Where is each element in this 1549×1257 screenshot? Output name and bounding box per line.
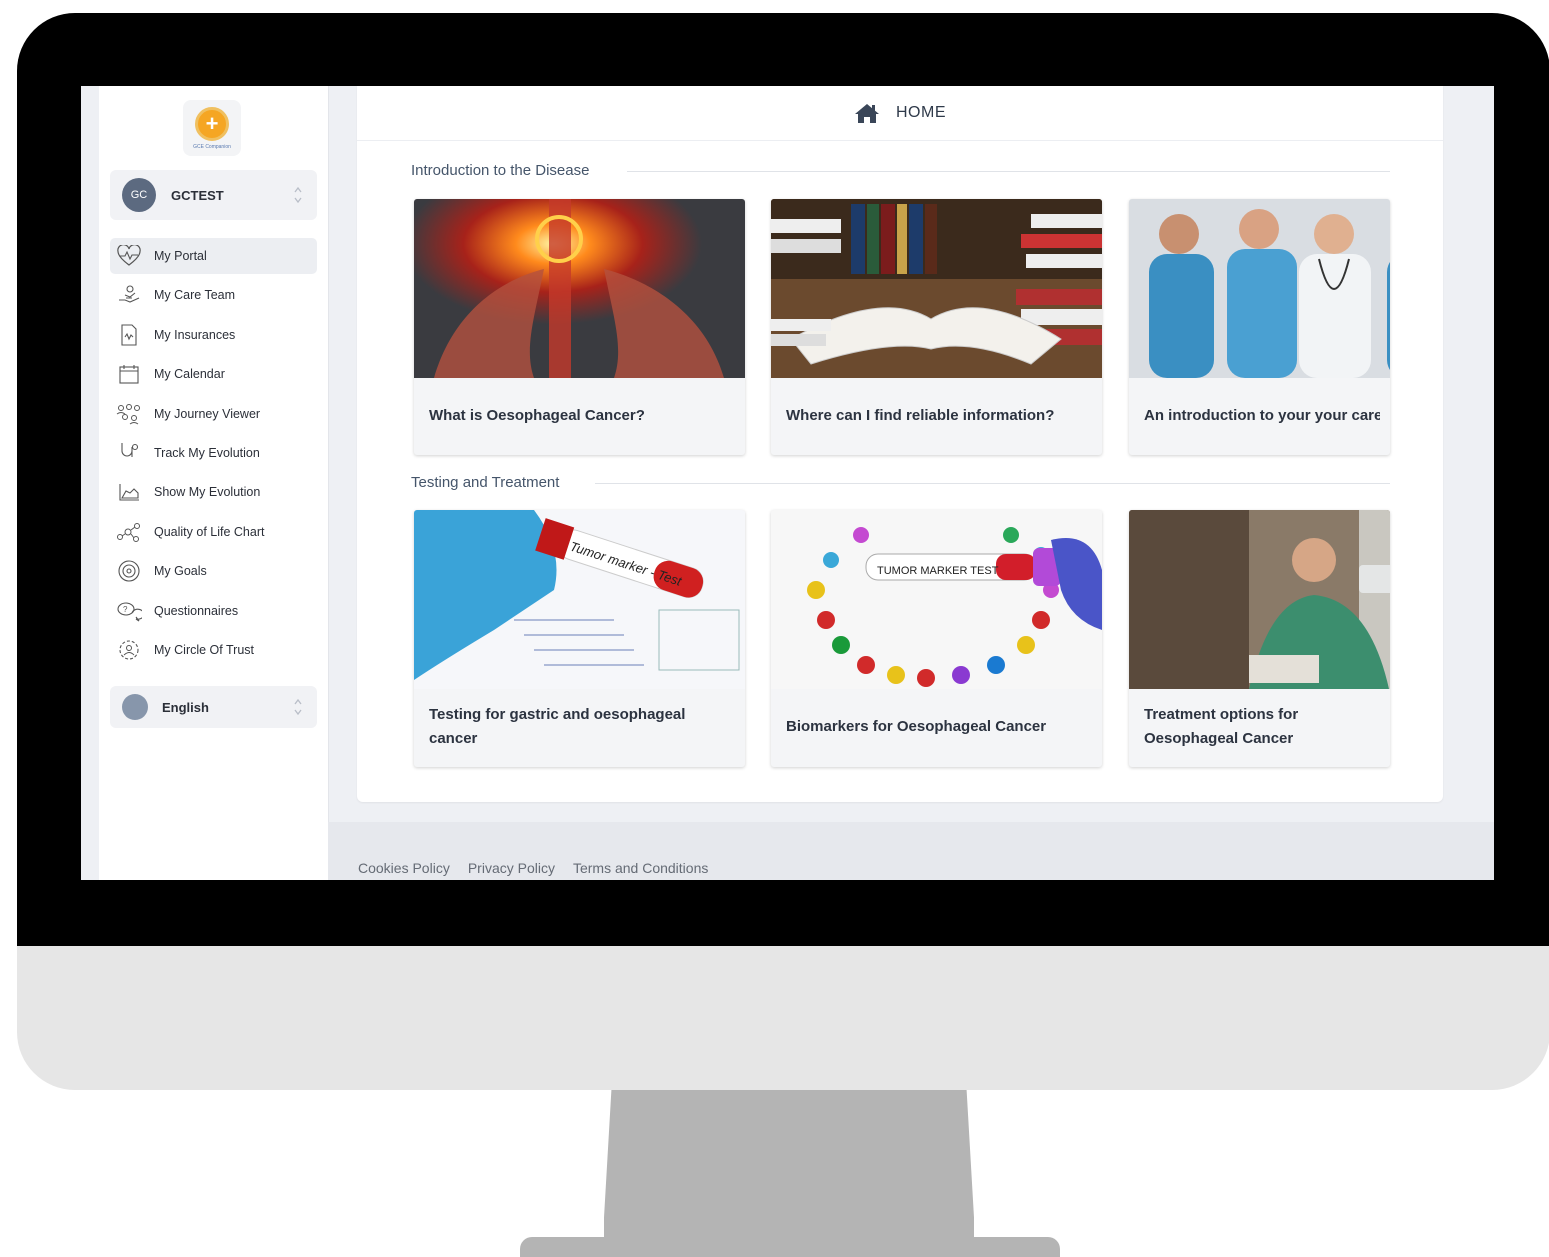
sidebar-item-label: My Journey Viewer [154,406,261,421]
section-title: Testing and Treatment [411,474,574,491]
sidebar-item-my-goals[interactable]: My Goals [110,553,317,589]
user-switcher[interactable]: GC GCTEST [110,170,317,220]
care-hand-icon [116,282,142,308]
card-treatment-options[interactable]: Treatment options for Oesophageal Cancer [1129,510,1390,767]
people-journey-icon [116,401,142,427]
network-nodes-icon [116,519,142,545]
sidebar-item-my-insurances[interactable]: My Insurances [110,317,317,353]
terms-and-conditions-link[interactable]: Terms and Conditions [573,860,708,876]
heart-pulse-icon [116,243,142,269]
card-biomarkers[interactable]: TUMOR MARKER TEST Biomarkers for Oesopha… [771,510,1102,767]
page-title: HOME [896,104,946,121]
language-selector[interactable]: English [110,686,317,728]
sidebar-item-label: My Goals [154,564,207,579]
main-content: HOME Introduction to the Disease What is… [357,86,1443,802]
sidebar-item-my-care-team[interactable]: My Care Team [110,277,317,313]
card-image-patient-treatment [1129,510,1390,689]
sidebar-item-label: My Portal [154,249,207,263]
card-image-care-team [1129,199,1390,378]
card-oesophageal-cancer[interactable]: What is Oesophageal Cancer? [414,199,745,455]
stethoscope-icon [116,440,142,466]
card-title: Treatment options for Oesophageal Cancer [1144,706,1299,747]
card-title: An introduction to your your care [1144,407,1380,424]
sidebar-item-label: My Calendar [154,367,225,382]
language-label: English [162,699,209,715]
chevron-updown-icon [294,698,302,716]
card-image-biomarker-tubes: TUMOR MARKER TEST [771,510,1102,689]
monitor-stand-base [520,1237,1060,1257]
monitor-stand [604,1090,974,1240]
sidebar-item-label: My Insurances [154,327,236,342]
home-icon [855,104,879,123]
globe-icon [122,694,148,720]
card-care-team-intro[interactable]: An introduction to your your care [1129,199,1390,455]
card-title: Testing for gastric and oesophageal canc… [429,706,686,747]
sidebar-item-questionnaires[interactable]: ? Questionnaires [110,593,317,629]
card-image-tumor-marker-test: Tumor marker - Test [414,510,745,689]
sidebar-item-my-circle-of-trust[interactable]: My Circle Of Trust [110,632,317,668]
section-divider [595,483,1390,484]
avatar: GC [122,178,156,212]
sidebar-item-label: My Care Team [154,288,236,303]
sidebar-item-quality-of-life-chart[interactable]: Quality of Life Chart [110,514,317,550]
tube-label: TUMOR MARKER TEST [877,565,999,577]
user-name: GCTEST [171,187,224,203]
chat-bubbles-icon: ? [116,598,142,624]
footer-links: Cookies Policy Privacy Policy Terms and … [358,860,708,876]
area-chart-icon [116,479,142,505]
app-logo[interactable]: + GCE Companion [183,100,241,156]
card-image-lungs [414,199,745,378]
chevron-updown-icon [294,186,302,204]
sidebar-item-show-my-evolution[interactable]: Show My Evolution [110,474,317,510]
circle-people-icon [116,637,142,663]
sidebar-item-label: My Circle Of Trust [154,642,255,657]
sidebar-item-label: Track My Evolution [154,445,260,460]
privacy-policy-link[interactable]: Privacy Policy [468,860,555,876]
sidebar-item-label: Questionnaires [154,603,239,618]
card-testing[interactable]: Tumor marker - Test Testing for gastric … [414,510,745,767]
logo-plus-icon: + [195,106,229,141]
sidebar: + GCE Companion GC GCTEST My Portal My C… [99,86,329,880]
sidebar-item-label: Show My Evolution [154,485,261,500]
screen: + GCE Companion GC GCTEST My Portal My C… [81,86,1494,880]
card-image-books [771,199,1102,378]
sidebar-item-track-my-evolution[interactable]: Track My Evolution [110,435,317,471]
home-header[interactable]: HOME [357,86,1443,141]
card-title: Biomarkers for Oesophageal Cancer [786,718,1047,735]
sidebar-item-label: Quality of Life Chart [154,524,265,539]
section-divider [627,171,1390,172]
card-reliable-information[interactable]: Where can I find reliable information? [771,199,1102,455]
card-title: What is Oesophageal Cancer? [429,407,645,424]
section-title: Introduction to the Disease [411,162,604,179]
sidebar-item-my-calendar[interactable]: My Calendar [110,356,317,392]
cookies-policy-link[interactable]: Cookies Policy [358,860,450,876]
card-title: Where can I find reliable information? [786,407,1055,424]
sidebar-item-my-portal[interactable]: My Portal [110,238,317,274]
sidebar-item-my-journey-viewer[interactable]: My Journey Viewer [110,396,317,432]
target-icon [116,558,142,584]
logo-text: GCE Companion [193,143,231,150]
sidebar-nav: My Portal My Care Team My Insurances My … [110,238,317,671]
svg-text:?: ? [123,605,128,614]
calendar-icon [116,361,142,387]
insurance-document-icon [116,322,142,348]
